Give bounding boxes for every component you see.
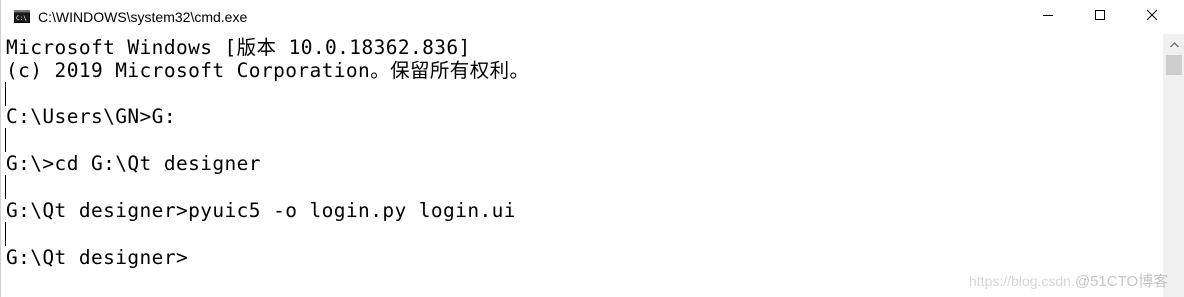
console-line: C:\Users\GN>G: — [6, 105, 176, 128]
console-prompt-line: G:\Qt designer> — [6, 246, 189, 269]
close-button[interactable] — [1129, 0, 1175, 34]
scroll-up-button[interactable] — [1163, 34, 1184, 54]
vertical-scrollbar[interactable] — [1163, 34, 1184, 297]
selection-marker — [5, 128, 6, 152]
scroll-thumb[interactable] — [1166, 55, 1182, 75]
watermark-brand: @51CTO博客 — [1074, 273, 1169, 290]
watermark: https://blog.csdn.@51CTO博客 — [969, 270, 1168, 291]
cmd-window: C:\ C:\WINDOWS\system32\cmd.exe Microsof… — [0, 0, 1184, 297]
selection-marker — [5, 175, 6, 199]
maximize-icon — [1094, 8, 1106, 26]
console-line: (c) 2019 Microsoft Corporation。保留所有权利。 — [6, 59, 530, 82]
cmd-console-icon[interactable]: C:\ — [14, 10, 30, 23]
console-output[interactable]: Microsoft Windows [版本 10.0.18362.836] (c… — [1, 34, 1163, 297]
minimize-icon — [1042, 8, 1054, 26]
selection-marker — [5, 222, 6, 246]
minimize-button[interactable] — [1025, 0, 1071, 34]
svg-text:C:\: C:\ — [16, 15, 27, 22]
title-bar[interactable]: C:\ C:\WINDOWS\system32\cmd.exe — [1, 0, 1184, 34]
scroll-up-arrow-icon — [1169, 35, 1179, 53]
window-title: C:\WINDOWS\system32\cmd.exe — [38, 9, 248, 25]
selection-marker — [5, 82, 6, 106]
watermark-url: https://blog.csdn. — [969, 273, 1075, 289]
console-line: G:\>cd G:\Qt designer — [6, 152, 261, 175]
maximize-button[interactable] — [1077, 0, 1123, 34]
console-line: Microsoft Windows [版本 10.0.18362.836] — [6, 36, 471, 59]
close-icon — [1146, 8, 1158, 26]
console-line: G:\Qt designer>pyuic5 -o login.py login.… — [6, 199, 516, 222]
